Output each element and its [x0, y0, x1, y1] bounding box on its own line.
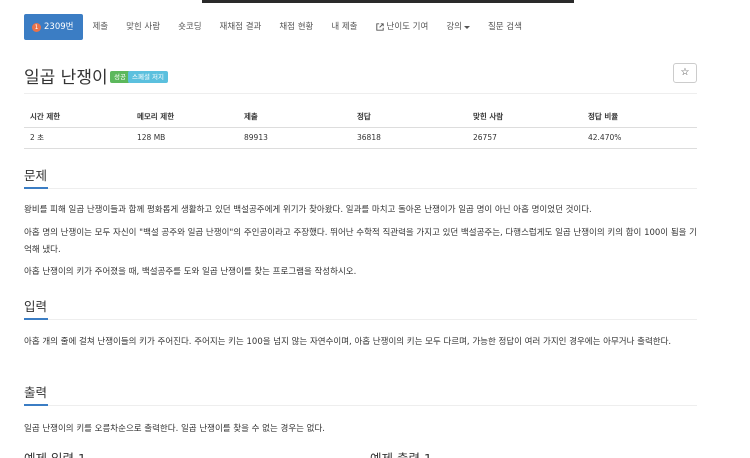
- input-section: 입력 아홉 개의 줄에 걸쳐 난쟁이들의 키가 주어진다. 주어지는 키는 10…: [24, 297, 697, 351]
- nav-tab-rejudge-results[interactable]: 재채점 결과: [211, 14, 271, 40]
- output-section: 출력 일곱 난쟁이의 키를 오름차순으로 출력한다. 일곱 난쟁이를 찾을 수 …: [24, 383, 697, 438]
- problem-paragraph-2: 아홉 명의 난쟁이는 모두 자신이 "백설 공주와 일곱 난쟁이"의 주인공이라…: [24, 228, 697, 255]
- caret-down-icon: [463, 25, 470, 29]
- header-solved-users: 맞힌 사람: [467, 106, 582, 128]
- nav-tab-problem-label: 2309번: [44, 22, 74, 32]
- external-link-icon: [375, 23, 384, 31]
- problem-nav: 1 2309번 제출 맞힌 사람 숏코딩 재채점 결과 채점 현황 내 제출 난…: [24, 14, 531, 40]
- problem-title: 일곱 난쟁이: [24, 68, 108, 88]
- problem-paragraph-1: 왕비를 피해 일곱 난쟁이들과 함께 평화롭게 생활하고 있던 백설공주에게 위…: [24, 205, 592, 215]
- status-label-success: 성공: [110, 71, 130, 83]
- favorite-star-button[interactable]: ☆: [673, 63, 697, 83]
- tier-badge-icon: 1: [32, 22, 41, 32]
- nav-tab-lectures[interactable]: 강의: [437, 14, 479, 40]
- header-memory-limit: 메모리 제한: [131, 106, 238, 128]
- status-label-special-judge: 스페셜 저지: [128, 71, 168, 83]
- banner-image: [202, 0, 574, 3]
- section-divider: [24, 404, 697, 406]
- nav-tab-solved-users[interactable]: 맞힌 사람: [117, 14, 169, 40]
- header-time-limit: 시간 제한: [24, 106, 131, 128]
- info-table-header-row: 시간 제한 메모리 제한 제출 정답 맞힌 사람 정답 비율: [24, 106, 697, 128]
- header-correct-ratio: 정답 비율: [582, 106, 697, 128]
- info-table-row: 2 초 128 MB 89913 36818 26757 42.470%: [24, 127, 697, 149]
- nav-tab-question-search[interactable]: 질문 검색: [479, 14, 531, 40]
- value-submissions: 89913: [238, 127, 351, 149]
- problem-title-row: 일곱 난쟁이 성공 스페셜 저지 ☆: [24, 61, 697, 88]
- section-divider-accent: [24, 187, 48, 189]
- nav-tab-submit[interactable]: 제출: [83, 14, 117, 40]
- problem-paragraph-3: 아홉 난쟁이의 키가 주어졌을 때, 백설공주를 도와 일곱 난쟁이를 찾는 프…: [24, 267, 357, 277]
- output-paragraph: 일곱 난쟁이의 키를 오름차순으로 출력한다. 일곱 난쟁이를 찾을 수 없는 …: [24, 424, 326, 434]
- value-memory-limit: 128 MB: [131, 127, 238, 149]
- nav-tab-my-submissions[interactable]: 내 제출: [322, 14, 366, 40]
- sample-input-heading: 예제 입력 1: [24, 448, 86, 458]
- header-correct: 정답: [351, 106, 467, 128]
- input-paragraph: 아홉 개의 줄에 걸쳐 난쟁이들의 키가 주어진다. 주어지는 키는 100을 …: [24, 337, 672, 347]
- section-divider: [24, 318, 697, 320]
- nav-tab-judge-status[interactable]: 채점 현황: [270, 14, 322, 40]
- sample-output-heading: 예제 출력 1: [370, 448, 432, 458]
- value-time-limit: 2 초: [24, 127, 131, 149]
- section-divider-accent: [24, 318, 48, 320]
- nav-tab-difficulty-label: 난이도 기여: [386, 22, 429, 32]
- section-divider: [24, 187, 697, 189]
- nav-tab-difficulty-contribution[interactable]: 난이도 기여: [367, 14, 438, 40]
- section-heading-input: 입력: [24, 299, 48, 314]
- section-heading-problem: 문제: [24, 168, 48, 183]
- top-banner-strip: [0, 0, 750, 5]
- star-icon: ☆: [680, 67, 690, 78]
- section-heading-output: 출력: [24, 385, 48, 400]
- problem-info-table: 시간 제한 메모리 제한 제출 정답 맞힌 사람 정답 비율 2 초 128 M…: [24, 106, 697, 149]
- nav-tab-short-coding[interactable]: 숏코딩: [169, 14, 210, 40]
- value-solved-users: 26757: [467, 127, 582, 149]
- value-correct-ratio: 42.470%: [582, 127, 697, 149]
- section-divider-accent: [24, 404, 48, 406]
- nav-tab-problem[interactable]: 1 2309번: [24, 14, 84, 40]
- sample-headings: 예제 입력 1 예제 출력 1: [24, 448, 697, 458]
- title-divider: [24, 93, 697, 94]
- value-correct: 36818: [351, 127, 467, 149]
- nav-tab-lectures-label: 강의: [446, 22, 462, 32]
- header-submissions: 제출: [238, 106, 351, 128]
- problem-description-section: 문제 왕비를 피해 일곱 난쟁이들과 함께 평화롭게 생활하고 있던 백설공주에…: [24, 166, 697, 281]
